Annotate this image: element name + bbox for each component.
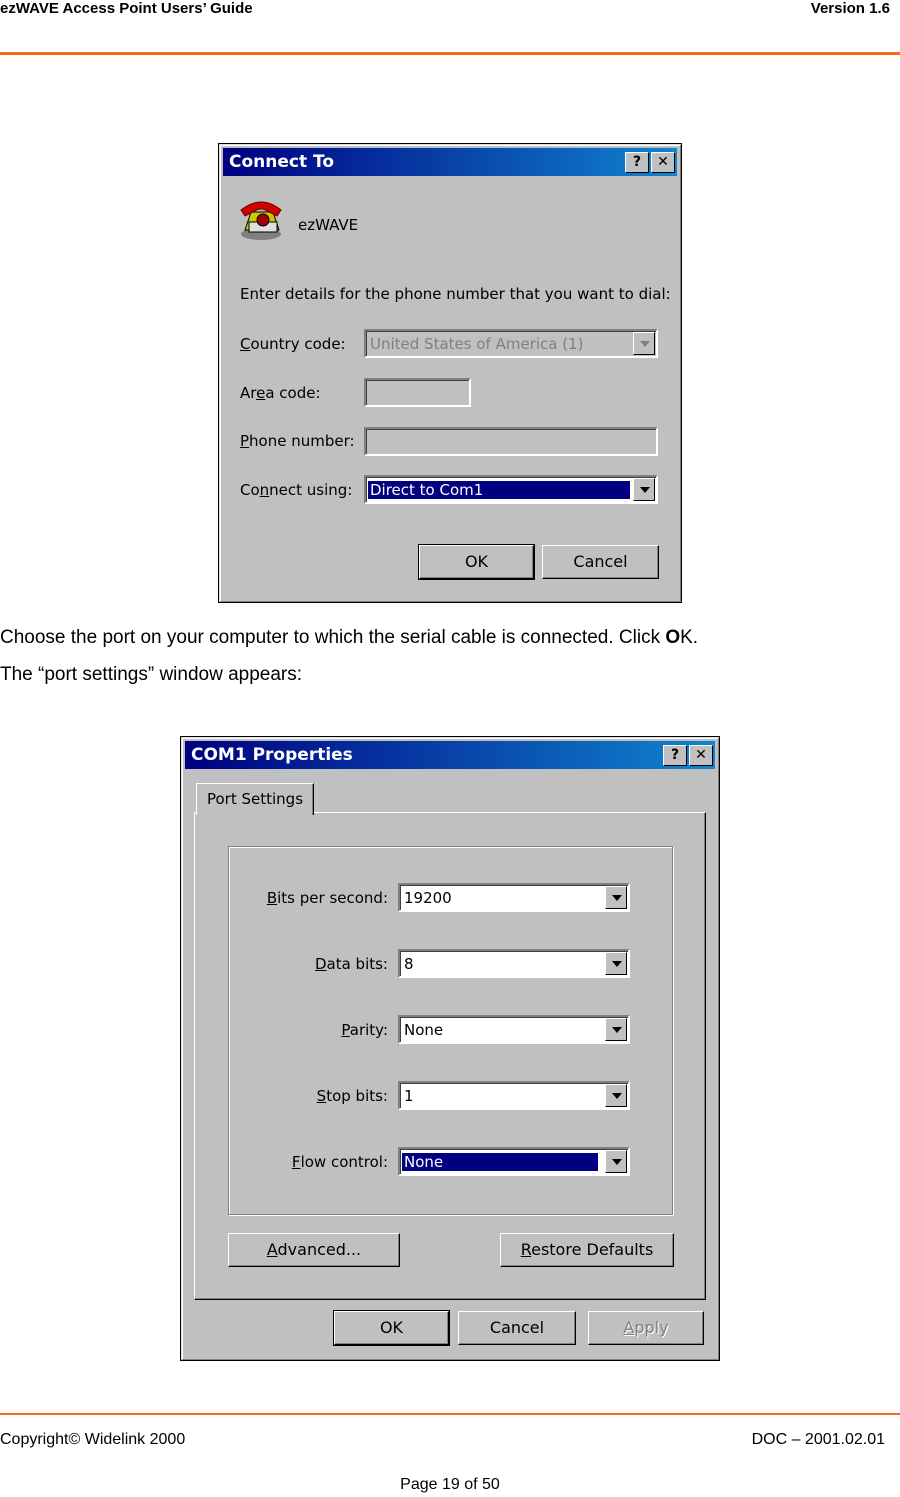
paragraph-text-end: K. xyxy=(680,627,699,648)
phone-icon xyxy=(240,201,282,240)
header-divider xyxy=(0,52,900,55)
label-post: a code: xyxy=(265,384,321,402)
tab-port-settings[interactable]: Port Settings xyxy=(196,783,314,815)
com1-properties-dialog: COM1 Properties ? ✕ Port Settings Bits p… xyxy=(180,736,720,1361)
label-accelerator-key: D xyxy=(314,955,327,973)
label-post: arity: xyxy=(349,1021,388,1039)
data-bits-select[interactable]: 8 xyxy=(398,949,630,978)
label-post: top bits: xyxy=(326,1087,388,1105)
copyright-text: Copyright© Widelink 2000 xyxy=(0,1431,186,1448)
bits-per-second-value: 19200 xyxy=(404,889,452,907)
chevron-down-icon[interactable] xyxy=(633,332,655,355)
label-post: ountry code: xyxy=(250,335,346,353)
bits-per-second-select[interactable]: 19200 xyxy=(398,883,630,912)
parity-value: None xyxy=(404,1021,444,1039)
chevron-down-icon[interactable] xyxy=(605,1084,627,1107)
stop-bits-label: Stop bits: xyxy=(317,1087,388,1105)
connect-using-label: Connect using: xyxy=(240,481,352,499)
area-code-input[interactable] xyxy=(364,378,471,407)
phone-number-label: Phone number: xyxy=(240,432,355,450)
label-post: low control: xyxy=(300,1153,388,1171)
label-accelerator-key: S xyxy=(316,1087,327,1105)
dialog-titlebar: Connect To ? ✕ xyxy=(223,148,677,176)
data-bits-value: 8 xyxy=(404,955,414,973)
dialog-titlebar: COM1 Properties ? ✕ xyxy=(185,741,715,769)
label-accelerator-key: B xyxy=(266,889,278,907)
label-pre: Ar xyxy=(240,384,257,402)
dialog-title: Connect To xyxy=(229,152,335,172)
ok-button[interactable]: OK xyxy=(333,1310,450,1346)
flow-control-label: Flow control: xyxy=(292,1153,388,1171)
advanced-button[interactable]: Advanced... xyxy=(228,1233,400,1267)
port-settings-paragraph: The “port settings” window appears: xyxy=(0,664,303,685)
button-accelerator-key: A xyxy=(623,1318,635,1337)
button-label-post: estore Defaults xyxy=(531,1240,654,1259)
ok-button[interactable]: OK xyxy=(418,544,535,580)
label-accelerator-key: n xyxy=(259,481,270,499)
connection-name: ezWAVE xyxy=(298,216,359,234)
paragraph-text: Choose the port on your computer to whic… xyxy=(0,627,666,648)
connect-to-dialog: Connect To ? ✕ ezWAVE Enter details for … xyxy=(218,143,682,603)
label-accelerator-key: e xyxy=(256,384,266,402)
button-accelerator-key: R xyxy=(520,1240,532,1259)
label-accelerator-key: P xyxy=(240,432,250,450)
button-label-post: dvanced... xyxy=(277,1240,362,1259)
document-id: DOC – 2001.02.01 xyxy=(751,1431,885,1448)
country-code-select[interactable]: United States of America (1) xyxy=(364,329,658,358)
area-code-label: Area code: xyxy=(240,384,321,402)
button-label-post: pply xyxy=(634,1318,669,1337)
label-accelerator-key: C xyxy=(240,335,251,353)
instruction-text: Enter details for the phone number that … xyxy=(240,285,671,303)
chevron-down-icon[interactable] xyxy=(605,886,627,909)
stop-bits-value: 1 xyxy=(404,1087,414,1105)
dialog-title: COM1 Properties xyxy=(191,745,353,765)
help-button[interactable]: ? xyxy=(625,152,649,173)
chevron-down-icon[interactable] xyxy=(605,1018,627,1041)
label-post: nect using: xyxy=(269,481,353,499)
document-header-title: ezWAVE Access Point Users’ Guide xyxy=(0,0,253,17)
apply-button[interactable]: Apply xyxy=(588,1311,704,1345)
connect-using-value: Direct to Com1 xyxy=(368,481,630,499)
stop-bits-select[interactable]: 1 xyxy=(398,1081,630,1110)
label-post: its per second: xyxy=(277,889,388,907)
label-post: hone number: xyxy=(249,432,355,450)
document-version: Version 1.6 xyxy=(810,0,890,17)
label-accelerator-key: F xyxy=(291,1153,301,1171)
parity-select[interactable]: None xyxy=(398,1015,630,1044)
flow-control-value: None xyxy=(402,1153,598,1171)
restore-defaults-button[interactable]: Restore Defaults xyxy=(500,1233,674,1267)
chevron-down-icon[interactable] xyxy=(633,478,655,501)
phone-number-input[interactable] xyxy=(364,427,658,456)
chevron-down-icon[interactable] xyxy=(605,1150,627,1173)
country-code-value: United States of America (1) xyxy=(370,335,584,353)
button-accelerator-key: A xyxy=(266,1240,278,1259)
parity-label: Parity: xyxy=(341,1021,388,1039)
cancel-button[interactable]: Cancel xyxy=(458,1311,576,1345)
paragraph-bold: O xyxy=(665,627,681,648)
flow-control-select[interactable]: None xyxy=(398,1147,630,1176)
connect-using-select[interactable]: Direct to Com1 xyxy=(364,475,658,504)
label-pre: Co xyxy=(240,481,260,499)
data-bits-label: Data bits: xyxy=(315,955,388,973)
footer-divider xyxy=(0,1413,900,1415)
help-button[interactable]: ? xyxy=(663,745,687,766)
label-post: ata bits: xyxy=(326,955,388,973)
country-code-label: Country code: xyxy=(240,335,346,353)
page-number: Page 19 of 50 xyxy=(400,1476,500,1493)
cancel-button[interactable]: Cancel xyxy=(542,545,659,579)
close-button[interactable]: ✕ xyxy=(651,152,675,173)
label-accelerator-key: P xyxy=(341,1021,350,1039)
chevron-down-icon[interactable] xyxy=(605,952,627,975)
bits-per-second-label: Bits per second: xyxy=(267,889,388,907)
close-button[interactable]: ✕ xyxy=(689,745,713,766)
instruction-paragraph: Choose the port on your computer to whic… xyxy=(0,627,698,649)
